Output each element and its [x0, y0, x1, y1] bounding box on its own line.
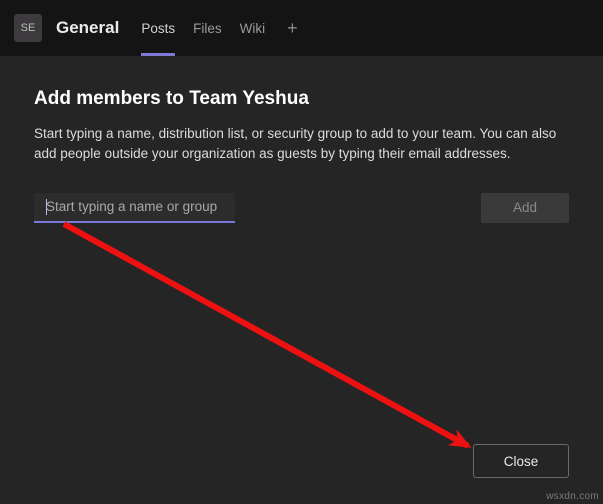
- tab-wiki[interactable]: Wiki: [240, 0, 266, 56]
- watermark: wsxdn.com: [546, 491, 599, 502]
- channel-name: General: [56, 18, 119, 38]
- name-input[interactable]: [34, 193, 235, 223]
- team-avatar: SE: [14, 14, 42, 42]
- add-members-dialog: Add members to Team Yeshua Start typing …: [0, 56, 603, 504]
- tab-posts[interactable]: Posts: [141, 0, 175, 56]
- dialog-description: Start typing a name, distribution list, …: [34, 124, 569, 165]
- name-input-wrap: [34, 193, 467, 223]
- dialog-title: Add members to Team Yeshua: [34, 88, 569, 110]
- close-button[interactable]: Close: [473, 444, 569, 478]
- add-tab-button[interactable]: +: [287, 18, 298, 39]
- input-row: Add: [34, 193, 569, 223]
- tab-files[interactable]: Files: [193, 0, 222, 56]
- channel-topbar: SE General Posts Files Wiki +: [0, 0, 603, 56]
- add-button[interactable]: Add: [481, 193, 569, 223]
- dialog-footer: Close: [34, 444, 569, 478]
